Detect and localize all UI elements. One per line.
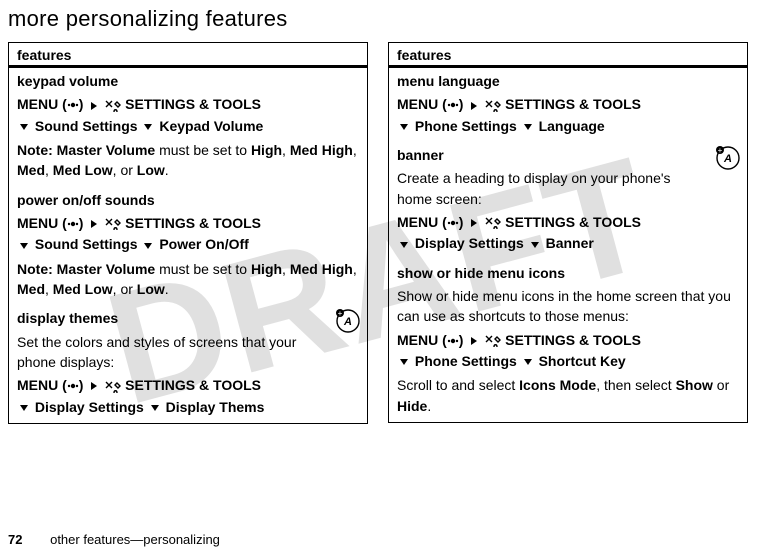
- page-footer: 72 other features—personalizing: [8, 532, 220, 547]
- feature-tail: Scroll to and select Icons Mode, then se…: [397, 375, 739, 416]
- arrow-right-icon: [91, 102, 97, 110]
- menu-item: Sound Settings: [35, 118, 138, 134]
- menu-path: MENU () SETTINGS & TOOLS Phone Settings …: [397, 330, 739, 372]
- optional-feature-icon: A+: [715, 145, 741, 171]
- arrow-down-icon: [20, 243, 28, 249]
- menu-item: Phone Settings: [415, 353, 517, 369]
- arrow-right-icon: [471, 337, 477, 345]
- menu-label: MENU: [17, 96, 58, 112]
- feature-cell: power on/off sounds MENU () SETTINGS & T…: [9, 187, 368, 306]
- footer-text: other features—personalizing: [50, 532, 220, 547]
- feature-title: power on/off sounds: [17, 190, 359, 210]
- feature-title: display themes: [17, 308, 359, 328]
- feature-cell: banner A+ Create a heading to display on…: [389, 142, 748, 260]
- menu-item: Display Settings: [35, 399, 144, 415]
- menu-label: MENU: [397, 332, 438, 348]
- arrow-down-icon: [524, 124, 532, 130]
- menu-section: SETTINGS & TOOLS: [125, 215, 261, 231]
- svg-text:+: +: [718, 146, 723, 155]
- feature-title: menu language: [397, 71, 739, 91]
- arrow-down-icon: [20, 405, 28, 411]
- arrow-down-icon: [144, 124, 152, 130]
- menu-path: MENU () SETTINGS & TOOLS Sound Settings …: [17, 94, 359, 136]
- menu-label: MENU: [17, 377, 58, 393]
- menu-label: MENU: [397, 214, 438, 230]
- menu-item: Keypad Volume: [159, 118, 263, 134]
- feature-title: banner: [397, 145, 739, 165]
- svg-text:A: A: [723, 153, 732, 165]
- feature-title: show or hide menu icons: [397, 263, 739, 283]
- page-heading: more personalizing features: [8, 6, 759, 32]
- table-header: features: [9, 43, 368, 67]
- feature-desc: Set the colors and styles of screens tha…: [17, 332, 307, 373]
- arrow-down-icon: [144, 243, 152, 249]
- tools-icon: [105, 95, 121, 115]
- arrow-right-icon: [91, 382, 97, 390]
- menu-item: Display Settings: [415, 235, 524, 251]
- tools-icon: [485, 331, 501, 351]
- menu-item: Shortcut Key: [539, 353, 626, 369]
- menu-section: SETTINGS & TOOLS: [505, 332, 641, 348]
- menu-path: MENU () SETTINGS & TOOLS Sound Settings …: [17, 213, 359, 255]
- arrow-down-icon: [20, 124, 28, 130]
- features-table-right: features menu language MENU () SETTINGS …: [388, 42, 748, 423]
- table-header: features: [389, 43, 748, 67]
- feature-cell: display themes A+ Set the colors and sty…: [9, 305, 368, 423]
- menu-path: MENU () SETTINGS & TOOLS Phone Settings …: [397, 94, 739, 136]
- optional-feature-icon: A+: [335, 308, 361, 334]
- menu-path: MENU () SETTINGS & TOOLS Display Setting…: [17, 375, 359, 417]
- svg-text:A: A: [343, 316, 352, 328]
- note-text: Note: Master Volume must be set to High,…: [17, 140, 359, 181]
- tools-icon: [485, 95, 501, 115]
- tools-icon: [485, 213, 501, 233]
- menu-path: MENU () SETTINGS & TOOLS Display Setting…: [397, 212, 739, 254]
- menu-label: MENU: [17, 215, 58, 231]
- tools-icon: [105, 214, 121, 234]
- arrow-right-icon: [91, 220, 97, 228]
- center-key-icon: [67, 377, 79, 393]
- page-number: 72: [8, 532, 22, 547]
- features-table-left: features keypad volume MENU () SETTINGS …: [8, 42, 368, 424]
- menu-section: SETTINGS & TOOLS: [505, 214, 641, 230]
- arrow-down-icon: [400, 242, 408, 248]
- menu-item: Sound Settings: [35, 236, 138, 252]
- arrow-down-icon: [151, 405, 159, 411]
- feature-cell: show or hide menu icons Show or hide men…: [389, 260, 748, 423]
- arrow-down-icon: [531, 242, 539, 248]
- feature-cell: keypad volume MENU () SETTINGS & TOOLS S…: [9, 67, 368, 187]
- note-text: Note: Master Volume must be set to High,…: [17, 259, 359, 300]
- tools-icon: [105, 376, 121, 396]
- menu-item: Phone Settings: [415, 118, 517, 134]
- arrow-right-icon: [471, 219, 477, 227]
- menu-item: Language: [539, 118, 605, 134]
- menu-section: SETTINGS & TOOLS: [125, 377, 261, 393]
- menu-item: Power On/Off: [159, 236, 248, 252]
- menu-item: Display Thems: [166, 399, 265, 415]
- feature-cell: menu language MENU () SETTINGS & TOOLS P…: [389, 67, 748, 143]
- center-key-icon: [447, 214, 459, 230]
- arrow-right-icon: [471, 102, 477, 110]
- menu-label: MENU: [397, 96, 438, 112]
- svg-text:+: +: [338, 309, 343, 318]
- arrow-down-icon: [400, 124, 408, 130]
- menu-section: SETTINGS & TOOLS: [505, 96, 641, 112]
- menu-item: Banner: [546, 235, 594, 251]
- feature-title: keypad volume: [17, 71, 359, 91]
- center-key-icon: [447, 332, 459, 348]
- center-key-icon: [67, 215, 79, 231]
- feature-desc: Show or hide menu icons in the home scre…: [397, 286, 739, 327]
- feature-desc: Create a heading to display on your phon…: [397, 168, 697, 209]
- menu-section: SETTINGS & TOOLS: [125, 96, 261, 112]
- arrow-down-icon: [524, 359, 532, 365]
- arrow-down-icon: [400, 359, 408, 365]
- center-key-icon: [67, 96, 79, 112]
- center-key-icon: [447, 96, 459, 112]
